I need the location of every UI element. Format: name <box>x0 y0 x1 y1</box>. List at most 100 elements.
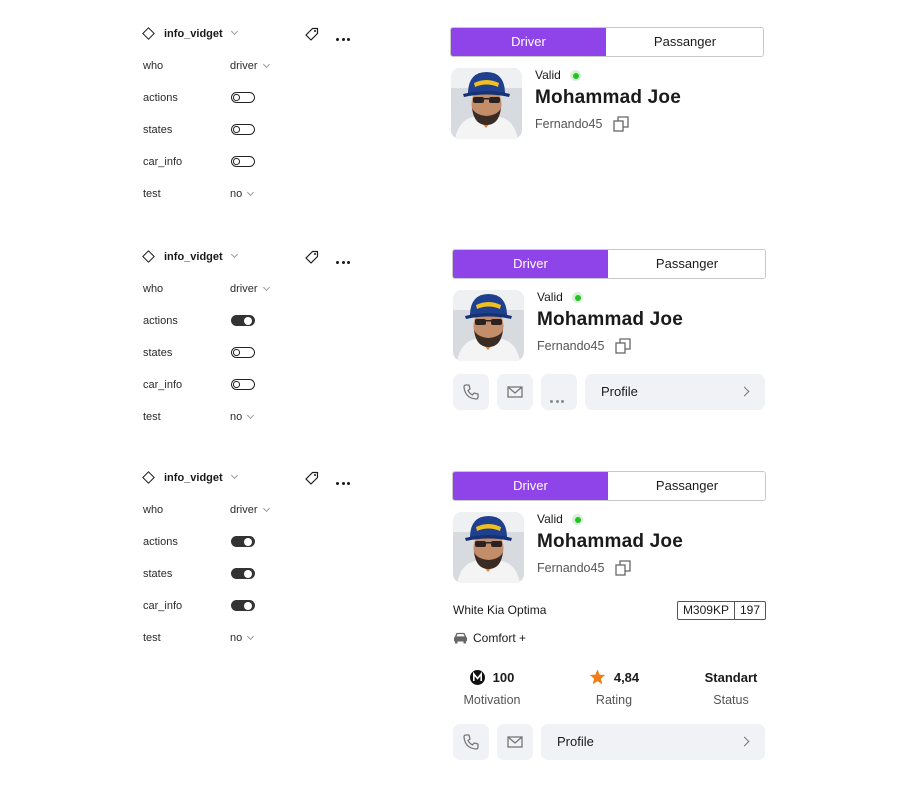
prop-label: car_info <box>143 379 183 391</box>
prop-row-actions: actions <box>142 313 362 329</box>
test-select[interactable]: no <box>230 630 255 646</box>
status-label: Valid <box>537 290 563 304</box>
profile-button[interactable]: Profile <box>585 374 765 410</box>
test-select[interactable]: no <box>230 409 255 425</box>
copy-icon[interactable] <box>615 338 631 354</box>
chevron-down-icon[interactable] <box>230 27 239 36</box>
who-select[interactable]: driver <box>230 58 270 74</box>
prop-label: test <box>143 411 161 423</box>
profile-label: Profile <box>601 384 638 399</box>
car-class: Comfort + <box>473 631 527 645</box>
prop-label: actions <box>143 92 178 104</box>
prop-label: states <box>143 124 173 136</box>
driver-card-1: Driver Passanger Valid Mohammad Joe Fern… <box>450 27 764 142</box>
who-select[interactable]: driver <box>230 502 270 518</box>
call-button[interactable] <box>453 724 489 760</box>
driver-name: Mohammad Joe <box>537 309 683 330</box>
stat-rating: 4,84 Rating <box>564 669 664 709</box>
phone-icon <box>463 384 479 400</box>
tab-driver[interactable]: Driver <box>453 250 608 278</box>
chevron-down-icon <box>247 188 255 197</box>
stat-status: Standart Status <box>681 669 781 709</box>
states-toggle[interactable] <box>231 568 255 579</box>
mail-icon <box>507 386 523 398</box>
driver-name: Mohammad Joe <box>535 87 681 108</box>
motivation-label: Motivation <box>463 693 521 707</box>
role-switch: Driver Passanger <box>452 471 766 501</box>
props-header: info_vidget <box>142 471 362 487</box>
actions-toggle[interactable] <box>231 315 255 326</box>
copy-icon[interactable] <box>613 116 629 132</box>
car-name: White Kia Optima <box>453 603 547 617</box>
prop-label: states <box>143 347 173 359</box>
props-panel-3: info_vidget who driver actions states ca… <box>142 471 362 651</box>
prop-label: car_info <box>143 600 183 612</box>
call-button[interactable] <box>453 374 489 410</box>
profile-label: Profile <box>557 734 594 749</box>
prop-label: who <box>143 504 164 516</box>
status-indicator <box>572 292 583 303</box>
component-icon <box>142 250 155 263</box>
rating-value: 4,84 <box>613 670 640 685</box>
message-button[interactable] <box>497 374 533 410</box>
driver-card-2: Driver Passanger Valid Mohammad Joe Fern… <box>452 249 766 411</box>
more-options-icon[interactable] <box>336 251 354 264</box>
who-select[interactable]: driver <box>230 281 270 297</box>
copy-icon[interactable] <box>615 560 631 576</box>
driver-nickname: Fernando45 <box>535 117 603 131</box>
tag-icon[interactable] <box>304 249 320 265</box>
chevron-right-icon <box>739 386 750 397</box>
chevron-down-icon <box>262 504 270 513</box>
more-actions-button[interactable] <box>541 374 577 410</box>
tab-passenger[interactable]: Passanger <box>606 28 763 56</box>
component-name[interactable]: info_vidget <box>164 471 223 485</box>
chevron-down-icon <box>247 632 255 641</box>
motivation-value: 100 <box>492 670 515 685</box>
car-info-toggle[interactable] <box>231 600 255 611</box>
tab-passenger[interactable]: Passanger <box>608 250 765 278</box>
driver-nickname: Fernando45 <box>537 339 605 353</box>
status-indicator <box>570 70 581 81</box>
chevron-down-icon <box>247 411 255 420</box>
props-header: info_vidget <box>142 250 362 266</box>
tag-icon[interactable] <box>304 470 320 486</box>
prop-label: who <box>143 283 164 295</box>
chevron-down-icon[interactable] <box>230 471 239 480</box>
component-name[interactable]: info_vidget <box>164 250 223 264</box>
states-toggle[interactable] <box>231 124 255 135</box>
tab-driver[interactable]: Driver <box>453 472 608 500</box>
avatar <box>451 68 522 139</box>
car-info-toggle[interactable] <box>231 379 255 390</box>
tab-passenger[interactable]: Passanger <box>608 472 765 500</box>
tab-driver[interactable]: Driver <box>451 28 606 56</box>
prop-row-car-info: car_info <box>142 154 362 170</box>
props-header: info_vidget <box>142 27 362 43</box>
more-options-icon[interactable] <box>336 28 354 41</box>
prop-row-test: test no <box>142 409 362 425</box>
prop-label: actions <box>143 536 178 548</box>
states-toggle[interactable] <box>231 347 255 358</box>
prop-row-car-info: car_info <box>142 598 362 614</box>
tag-icon[interactable] <box>304 26 320 42</box>
chevron-down-icon[interactable] <box>230 250 239 259</box>
actions-toggle[interactable] <box>231 536 255 547</box>
test-select[interactable]: no <box>230 186 255 202</box>
status-label: Valid <box>535 68 561 82</box>
status-caption: Status <box>713 693 749 707</box>
actions-toggle[interactable] <box>231 92 255 103</box>
prop-row-states: states <box>142 345 362 361</box>
prop-row-car-info: car_info <box>142 377 362 393</box>
message-button[interactable] <box>497 724 533 760</box>
prop-label: states <box>143 568 173 580</box>
phone-icon <box>463 734 479 750</box>
component-name[interactable]: info_vidget <box>164 27 223 41</box>
prop-row-test: test no <box>142 630 362 646</box>
prop-row-test: test no <box>142 186 362 202</box>
car-info-toggle[interactable] <box>231 156 255 167</box>
profile-button[interactable]: Profile <box>541 724 765 760</box>
status-indicator <box>572 514 583 525</box>
more-options-icon[interactable] <box>336 472 354 485</box>
plate-number: M309KP <box>678 602 735 619</box>
prop-row-who: who driver <box>142 281 362 297</box>
props-panel-2: info_vidget who driver actions states ca… <box>142 250 362 430</box>
